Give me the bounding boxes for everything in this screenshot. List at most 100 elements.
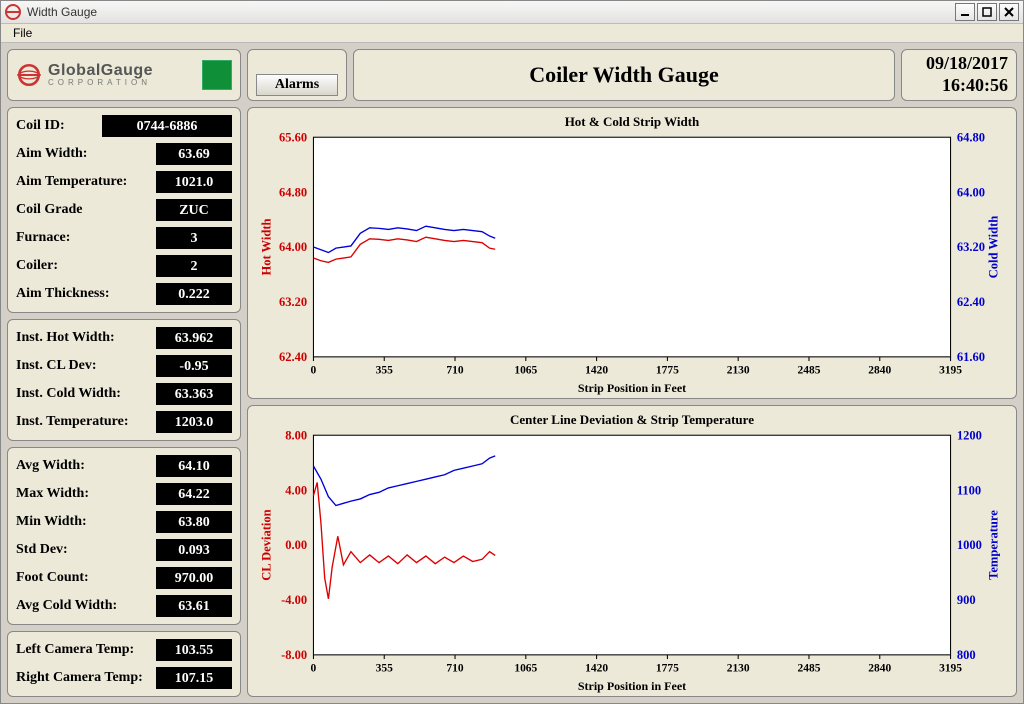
right-cam-label: Right Camera Temp: [16,670,156,686]
close-icon [1004,7,1014,17]
instant-panel: Inst. Hot Width: 63.962 Inst. CL Dev: -0… [7,319,241,441]
left-cam-label: Left Camera Temp: [16,642,156,658]
aim-temp-value: 1021.0 [156,171,232,193]
svg-text:710: 710 [446,663,463,675]
menu-file[interactable]: File [7,26,38,40]
brand-name: GlobalGauge [48,63,153,79]
svg-text:CL Deviation: CL Deviation [260,509,274,580]
furnace-value: 3 [156,227,232,249]
window-controls [955,3,1019,21]
svg-text:1000: 1000 [957,538,982,552]
charts-column: Hot & Cold Strip Width 65.60 64.80 64.00 63… [247,107,1017,697]
coil-grade-label: Coil Grade [16,202,156,218]
svg-text:65.60: 65.60 [279,132,307,144]
logo-text: GlobalGauge CORPORATION [48,63,153,87]
svg-text:355: 355 [376,663,393,675]
inst-hot-value: 63.962 [156,327,232,349]
close-button[interactable] [999,3,1019,21]
inst-cl-value: -0.95 [156,355,232,377]
svg-text:64.80: 64.80 [279,185,307,199]
left-cam-value: 103.55 [156,639,232,661]
app-icon [5,4,21,20]
min-width-value: 63.80 [156,511,232,533]
min-width-label: Min Width: [16,514,156,530]
svg-text:63.20: 63.20 [279,295,307,309]
aim-temp-label: Aim Temperature: [16,174,156,190]
svg-text:0: 0 [311,365,317,377]
coil-info-panel: Coil ID: 0744-6886 Aim Width: 63.69 Aim … [7,107,241,313]
maximize-button[interactable] [977,3,997,21]
svg-text:2840: 2840 [868,365,891,377]
svg-text:8.00: 8.00 [285,430,307,442]
max-width-value: 64.22 [156,483,232,505]
top-chart: 65.6064.8064.0063.2062.4064.8064.0063.20… [256,132,1008,383]
bottom-chart-title: Center Line Deviation & Strip Temperatur… [256,412,1008,428]
left-column: Coil ID: 0744-6886 Aim Width: 63.69 Aim … [7,107,241,697]
svg-text:355: 355 [376,365,393,377]
svg-text:1065: 1065 [514,663,537,675]
svg-text:0: 0 [311,663,317,675]
status-indicator [202,60,232,90]
bottom-chart-xlabel: Strip Position in Feet [256,679,1008,694]
svg-text:64.00: 64.00 [957,185,985,199]
main-row: Coil ID: 0744-6886 Aim Width: 63.69 Aim … [7,107,1017,697]
svg-text:1775: 1775 [656,365,679,377]
foot-count-label: Foot Count: [16,570,156,586]
svg-text:63.20: 63.20 [957,240,985,254]
stats-panel: Avg Width: 64.10 Max Width: 64.22 Min Wi… [7,447,241,625]
svg-text:2130: 2130 [727,663,750,675]
foot-count-value: 970.00 [156,567,232,589]
svg-text:Hot Width: Hot Width [260,219,274,276]
svg-text:-4.00: -4.00 [281,593,307,607]
camera-panel: Left Camera Temp: 103.55 Right Camera Te… [7,631,241,697]
alarms-panel: Alarms [247,49,347,101]
svg-text:Temperature: Temperature [987,510,1001,580]
svg-text:2485: 2485 [797,663,820,675]
top-chart-panel: Hot & Cold Strip Width 65.60 64.80 64.00 63… [247,107,1017,399]
aim-thick-label: Aim Thickness: [16,286,156,302]
logo-panel: GlobalGauge CORPORATION [7,49,241,101]
svg-text:61.60: 61.60 [957,350,985,364]
svg-text:1420: 1420 [585,663,608,675]
svg-text:-8.00: -8.00 [281,648,307,662]
date-text: 09/18/2017 [910,53,1008,75]
svg-text:2840: 2840 [868,663,891,675]
minimize-button[interactable] [955,3,975,21]
right-cam-value: 107.15 [156,667,232,689]
svg-text:900: 900 [957,593,976,607]
max-width-label: Max Width: [16,486,156,502]
window-title: Width Gauge [27,5,955,19]
minimize-icon [960,7,970,17]
svg-text:710: 710 [446,365,463,377]
coil-id-value: 0744-6886 [102,115,232,137]
top-chart-title: Hot & Cold Strip Width [256,114,1008,130]
coil-grade-value: ZUC [156,199,232,221]
bottom-chart: 8.004.000.00-4.00-8.00120011001000900800… [256,430,1008,681]
aim-width-label: Aim Width: [16,146,156,162]
alarms-button[interactable]: Alarms [256,74,338,96]
furnace-label: Furnace: [16,230,156,246]
svg-text:1200: 1200 [957,430,982,442]
inst-cl-label: Inst. CL Dev: [16,358,156,374]
aim-width-value: 63.69 [156,143,232,165]
inst-hot-label: Inst. Hot Width: [16,330,156,346]
header-row: GlobalGauge CORPORATION Alarms Coiler Wi… [7,49,1017,101]
bottom-chart-panel: Center Line Deviation & Strip Temperatur… [247,405,1017,697]
company-logo-icon [16,62,42,88]
time-text: 16:40:56 [910,75,1008,97]
datetime-panel: 09/18/2017 16:40:56 [901,49,1017,101]
content-area: GlobalGauge CORPORATION Alarms Coiler Wi… [1,43,1023,703]
svg-text:3195: 3195 [939,663,962,675]
svg-text:2130: 2130 [727,365,750,377]
svg-text:62.40: 62.40 [957,295,985,309]
std-dev-value: 0.093 [156,539,232,561]
page-title: Coiler Width Gauge [529,62,718,88]
avg-cold-value: 63.61 [156,595,232,617]
inst-cold-value: 63.363 [156,383,232,405]
svg-text:64.80: 64.80 [957,132,985,144]
avg-width-label: Avg Width: [16,458,156,474]
coiler-value: 2 [156,255,232,277]
menubar: File [1,24,1023,43]
svg-text:62.40: 62.40 [279,350,307,364]
svg-text:0.00: 0.00 [285,538,307,552]
